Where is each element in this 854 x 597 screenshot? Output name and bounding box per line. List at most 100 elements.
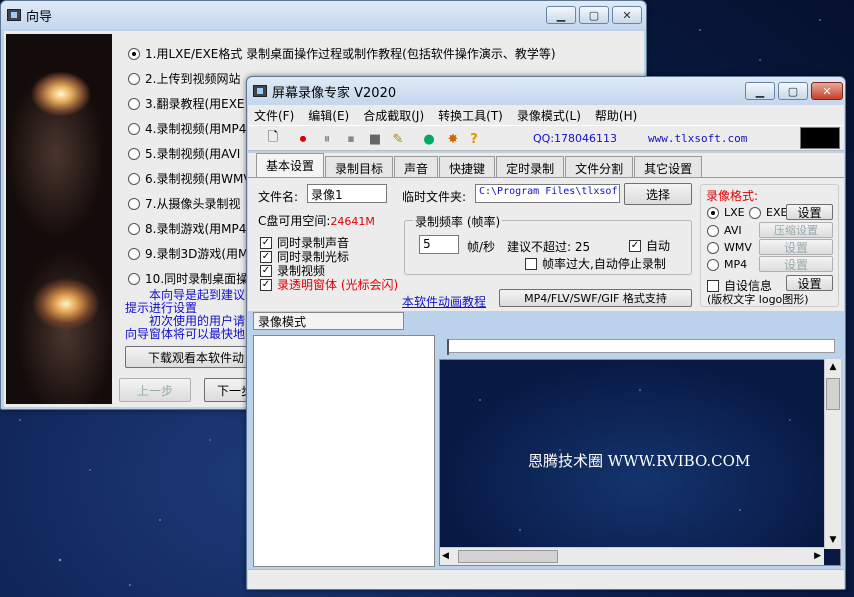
wmv-settings-button[interactable]: 设置 <box>759 239 833 255</box>
horizontal-scrollbar[interactable]: ◀ ▶ <box>440 547 824 565</box>
globe-icon[interactable]: ● <box>420 130 438 148</box>
tab-schedule[interactable]: 定时录制 <box>496 156 565 177</box>
preview-box <box>800 127 840 149</box>
close-button[interactable]: ✕ <box>612 6 642 24</box>
tab-split[interactable]: 文件分割 <box>565 156 634 177</box>
wizard-option[interactable]: 5.录制视频(用AVI <box>128 145 240 162</box>
radio[interactable] <box>128 247 140 260</box>
timeline-slider[interactable] <box>447 339 453 355</box>
qq-label: QQ:178046113 <box>533 132 618 145</box>
tab-audio[interactable]: 声音 <box>394 156 439 177</box>
wizard-option[interactable]: 4.录制视频(用MP4 <box>128 120 246 137</box>
prev-button[interactable]: 上一步 <box>119 378 191 402</box>
compress-settings-button[interactable]: 压缩设置 <box>759 222 833 238</box>
new-icon[interactable]: 🗋 <box>264 130 282 148</box>
radio[interactable] <box>128 197 140 210</box>
tab-hotkeys[interactable]: 快捷键 <box>439 156 496 177</box>
tab-other[interactable]: 其它设置 <box>634 156 703 177</box>
camera-icon[interactable]: ■ <box>366 130 384 148</box>
menu-edit[interactable]: 编辑(E) <box>308 107 349 124</box>
download-tutorial-button[interactable]: 下载观看本软件动 <box>125 346 265 368</box>
radio[interactable] <box>749 206 761 219</box>
wizard-option[interactable]: 3.翻录教程(用EXE <box>128 95 245 112</box>
select-folder-button[interactable]: 选择 <box>624 183 692 205</box>
minimize-button[interactable]: ▁ <box>745 82 775 100</box>
menu-compose[interactable]: 合成截取(J) <box>363 107 424 124</box>
hscroll-thumb[interactable] <box>458 550 558 563</box>
checkbox[interactable] <box>525 257 537 270</box>
checkbox[interactable]: ✓ <box>629 239 641 252</box>
gift-icon[interactable]: ✸ <box>444 130 462 148</box>
mp4-settings-button[interactable]: 设置 <box>759 256 833 272</box>
radio[interactable] <box>128 172 140 185</box>
checkbox[interactable]: ✓ <box>260 236 272 249</box>
format-support-button[interactable]: MP4/FLV/SWF/GIF 格式支持 <box>499 289 692 307</box>
custom-note: (版权文字 logo图形) <box>707 293 809 306</box>
stop-icon[interactable]: ⏹ <box>342 130 360 148</box>
maximize-button[interactable]: ▢ <box>579 6 609 24</box>
vertical-scrollbar[interactable]: ▲ ▼ <box>824 359 841 549</box>
check-transparent-window[interactable]: ✓ 录透明窗体 (光标会闪) <box>260 276 398 293</box>
filename-input[interactable]: 录像1 <box>307 184 387 203</box>
tutorial-link[interactable]: 本软件动画教程 <box>402 293 486 310</box>
minimize-button[interactable]: ▁ <box>546 6 576 24</box>
scroll-left-arrow[interactable]: ◀ <box>442 551 449 561</box>
menu-record-mode[interactable]: 录像模式(L) <box>517 107 581 124</box>
brush-icon[interactable]: ✎ <box>389 130 407 148</box>
radio[interactable] <box>128 122 140 135</box>
menu-file[interactable]: 文件(F) <box>254 107 294 124</box>
mode-tab[interactable]: 录像模式 <box>253 312 404 330</box>
wizard-option[interactable]: 6.录制视频(用WMV <box>128 170 252 187</box>
checkbox[interactable] <box>707 279 719 292</box>
format-exe[interactable]: EXE <box>749 206 787 219</box>
radio[interactable] <box>128 72 140 85</box>
format-avi[interactable]: AVI <box>707 224 742 237</box>
wizard-option[interactable]: 8.录制游戏(用MP4 <box>128 220 246 237</box>
disk-value: 24641M <box>330 215 375 228</box>
format-lxe[interactable]: LXE <box>707 206 745 219</box>
check-auto-stop[interactable]: 帧率过大,自动停止录制 <box>525 255 666 272</box>
radio[interactable] <box>128 47 140 60</box>
timeline-ruler[interactable] <box>447 339 835 353</box>
maximize-button[interactable]: ▢ <box>778 82 808 100</box>
checkbox[interactable]: ✓ <box>260 278 272 291</box>
format-mp4[interactable]: MP4 <box>707 258 747 271</box>
checkbox[interactable]: ✓ <box>260 264 272 277</box>
website-link[interactable]: www.tlxsoft.com <box>648 132 747 145</box>
radio[interactable] <box>707 241 719 254</box>
wizard-option[interactable]: 2.上传到视频网站 <box>128 70 240 87</box>
radio[interactable] <box>128 97 140 110</box>
radio[interactable] <box>128 222 140 235</box>
radio[interactable] <box>707 258 719 271</box>
main-title: 屏幕录像专家 V2020 <box>272 85 397 101</box>
radio[interactable] <box>128 272 140 285</box>
wizard-option[interactable]: 10.同时录制桌面操 <box>128 270 248 287</box>
checkbox[interactable]: ✓ <box>260 250 272 263</box>
tab-basic[interactable]: 基本设置 <box>256 153 325 177</box>
close-button[interactable]: ✕ <box>811 82 843 100</box>
wizard-option[interactable]: 9.录制3D游戏(用M <box>128 245 248 262</box>
format-settings-button[interactable]: 设置 <box>786 204 833 220</box>
scroll-down-arrow[interactable]: ▼ <box>825 532 841 549</box>
scroll-thumb[interactable] <box>826 378 840 410</box>
custom-settings-button[interactable]: 设置 <box>786 275 833 291</box>
record-icon[interactable]: ⏺ <box>294 130 312 148</box>
help-icon[interactable]: ? <box>465 130 483 148</box>
menu-help[interactable]: 帮助(H) <box>595 107 637 124</box>
wizard-option[interactable]: 7.从摄像头录制视 <box>128 195 240 212</box>
tempdir-input[interactable]: C:\Program Files\tlxsof <box>475 184 620 203</box>
fps-input[interactable]: 5 <box>419 235 459 254</box>
radio[interactable] <box>128 147 140 160</box>
scroll-up-arrow[interactable]: ▲ <box>825 359 841 376</box>
app-icon <box>253 85 267 97</box>
format-wmv[interactable]: WMV <box>707 241 752 254</box>
menu-convert[interactable]: 转换工具(T) <box>438 107 503 124</box>
scroll-right-arrow[interactable]: ▶ <box>814 551 821 561</box>
radio[interactable] <box>707 206 719 219</box>
pause-icon[interactable]: ⏸ <box>318 130 336 148</box>
check-auto[interactable]: ✓ 自动 <box>629 237 670 254</box>
menu-bar: 文件(F) 编辑(E) 合成截取(J) 转换工具(T) 录像模式(L) 帮助(H… <box>248 105 844 125</box>
radio[interactable] <box>707 224 719 237</box>
wizard-option[interactable]: 1.用LXE/EXE格式 录制桌面操作过程或制作教程(包括软件操作演示、教学等) <box>128 45 556 62</box>
tab-target[interactable]: 录制目标 <box>325 156 394 177</box>
